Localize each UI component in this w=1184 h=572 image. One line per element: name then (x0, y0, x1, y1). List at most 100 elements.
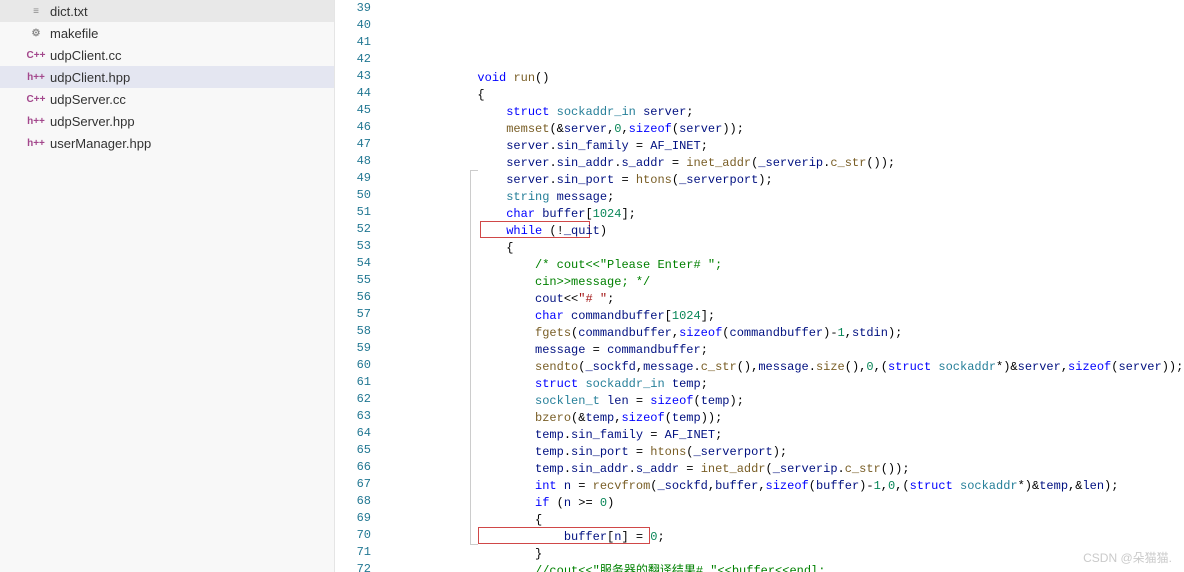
code-area[interactable]: void run() { struct sockaddr_in server; … (383, 0, 1184, 572)
token-var: server (679, 122, 722, 136)
line-number: 54 (335, 255, 371, 272)
token-fn: inet_addr (686, 156, 751, 170)
token-op: () (535, 71, 549, 85)
code-line-65[interactable]: { (383, 512, 1184, 529)
code-line-49[interactable]: { (383, 240, 1184, 257)
code-line-45[interactable]: server.sin_port = htons(_serverport); (383, 172, 1184, 189)
line-number: 46 (335, 119, 371, 136)
token-op: , (621, 122, 628, 136)
code-line-56[interactable]: sendto(_sockfd,message.c_str(),message.s… (383, 359, 1184, 376)
token-op: ( (672, 122, 679, 136)
code-line-41[interactable]: struct sockaddr_in server; (383, 104, 1184, 121)
token-op: ; (715, 428, 722, 442)
token-op: . (549, 156, 556, 170)
token-op: ()); (866, 156, 895, 170)
code-line-57[interactable]: struct sockaddr_in temp; (383, 376, 1184, 393)
token-op: } (535, 547, 542, 561)
token-var: temp (585, 411, 614, 425)
file-item-dict-txt[interactable]: ≡dict.txt (0, 0, 334, 22)
file-explorer[interactable]: ≡dict.txt⚙makefileC++udpClient.cch++udpC… (0, 0, 335, 572)
line-number: 63 (335, 408, 371, 425)
token-kw: struct (910, 479, 953, 493)
token-op: . (549, 139, 556, 153)
token-op: )); (722, 122, 744, 136)
code-line-66[interactable]: buffer[n] = 0; (383, 529, 1184, 546)
token-fn: htons (636, 173, 672, 187)
code-line-43[interactable]: server.sin_family = AF_INET; (383, 138, 1184, 155)
line-number: 62 (335, 391, 371, 408)
token-type: sockaddr (960, 479, 1018, 493)
token-fn: memset (506, 122, 549, 136)
code-line-60[interactable]: temp.sin_family = AF_INET; (383, 427, 1184, 444)
code-line-50[interactable]: /* cout<<"Please Enter# "; (383, 257, 1184, 274)
token-var: server (1118, 360, 1161, 374)
file-label: udpServer.cc (50, 92, 126, 107)
token-op: . (564, 445, 571, 459)
code-line-40[interactable]: { (383, 87, 1184, 104)
token-op: (& (571, 411, 585, 425)
token-var: buffer (715, 479, 758, 493)
token-var: buffer (564, 530, 607, 544)
code-line-53[interactable]: char commandbuffer[1024]; (383, 308, 1184, 325)
hpp-file-icon: h++ (28, 113, 44, 129)
token-kw: while (506, 224, 542, 238)
token-op: . (549, 173, 556, 187)
token-op: { (506, 241, 513, 255)
file-item-userManager-hpp[interactable]: h++userManager.hpp (0, 132, 334, 154)
cpp-file-icon: C++ (28, 91, 44, 107)
token-fn: c_str (701, 360, 737, 374)
code-line-51[interactable]: cin>>message; */ (383, 274, 1184, 291)
token-op: ] = (621, 530, 650, 544)
token-op: . (564, 462, 571, 476)
code-line-63[interactable]: int n = recvfrom(_sockfd,buffer,sizeof(b… (383, 478, 1184, 495)
token-kw: struct (506, 105, 549, 119)
token-var: _serverport (679, 173, 758, 187)
code-line-61[interactable]: temp.sin_port = htons(_serverport); (383, 444, 1184, 461)
token-var: server (506, 156, 549, 170)
code-editor[interactable]: 3940414243444546474849505152535455565758… (335, 0, 1184, 572)
code-line-54[interactable]: fgets(commandbuffer,sizeof(commandbuffer… (383, 325, 1184, 342)
code-line-52[interactable]: cout<<"# "; (383, 291, 1184, 308)
token-kw: sizeof (766, 479, 809, 493)
code-line-59[interactable]: bzero(&temp,sizeof(temp)); (383, 410, 1184, 427)
token-op (636, 105, 643, 119)
token-kw: char (506, 207, 535, 221)
token-kw: if (535, 496, 549, 510)
code-line-39[interactable]: void run() (383, 70, 1184, 87)
token-op: )- (859, 479, 873, 493)
token-op: , (845, 326, 852, 340)
token-prop: sin_family (571, 428, 643, 442)
code-line-62[interactable]: temp.sin_addr.s_addr = inet_addr(_server… (383, 461, 1184, 478)
token-op: ,( (874, 360, 888, 374)
code-line-64[interactable]: if (n >= 0) (383, 495, 1184, 512)
code-line-42[interactable]: memset(&server,0,sizeof(server)); (383, 121, 1184, 138)
line-number: 61 (335, 374, 371, 391)
code-line-58[interactable]: socklen_t len = sizeof(temp); (383, 393, 1184, 410)
code-line-55[interactable]: message = commandbuffer; (383, 342, 1184, 359)
token-num: 0 (866, 360, 873, 374)
file-item-udpClient-cc[interactable]: C++udpClient.cc (0, 44, 334, 66)
file-item-udpClient-hpp[interactable]: h++udpClient.hpp (0, 66, 334, 88)
token-op: . (564, 428, 571, 442)
code-line-47[interactable]: char buffer[1024]; (383, 206, 1184, 223)
token-op: ]; (701, 309, 715, 323)
token-num: 1024 (593, 207, 622, 221)
file-item-udpServer-cc[interactable]: C++ udpServer.cc (0, 88, 334, 110)
code-line-46[interactable]: string message; (383, 189, 1184, 206)
code-line-44[interactable]: server.sin_addr.s_addr = inet_addr(_serv… (383, 155, 1184, 172)
code-line-68[interactable]: //cout<<"服务器的翻译结果# "<<buffer<<endl; (383, 563, 1184, 572)
token-kw: sizeof (1068, 360, 1111, 374)
token-op: , (636, 360, 643, 374)
txt-file-icon: ≡ (28, 3, 44, 19)
token-var: message (758, 360, 808, 374)
line-number: 50 (335, 187, 371, 204)
token-op: ]; (621, 207, 635, 221)
token-op (564, 309, 571, 323)
token-var: len (607, 394, 629, 408)
file-item-udpServer-hpp[interactable]: h++udpServer.hpp (0, 110, 334, 132)
code-line-48[interactable]: while (!_quit) (383, 223, 1184, 240)
token-op: { (477, 88, 484, 102)
file-item-makefile[interactable]: ⚙makefile (0, 22, 334, 44)
token-op: ; (607, 190, 614, 204)
code-line-67[interactable]: } (383, 546, 1184, 563)
